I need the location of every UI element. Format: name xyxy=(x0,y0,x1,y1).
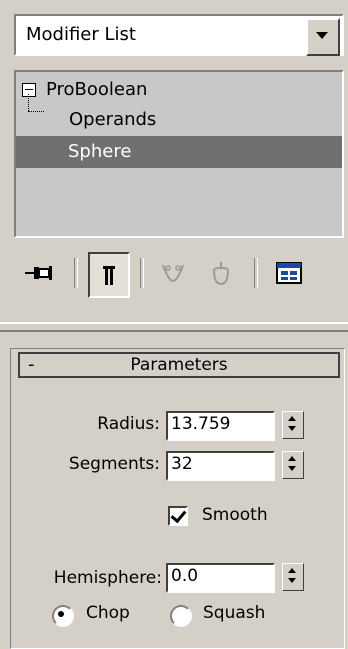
squash-radio[interactable] xyxy=(170,605,192,627)
hemisphere-spinner[interactable] xyxy=(282,563,304,591)
radius-field[interactable]: 13.759 xyxy=(166,411,275,441)
stack-item-label: Sphere xyxy=(68,141,132,162)
radius-label: Radius: xyxy=(97,414,160,434)
chevron-down-icon[interactable] xyxy=(306,18,340,56)
make-unique-icon xyxy=(162,264,184,283)
configure-modifier-sets-button[interactable] xyxy=(270,252,308,294)
toolbar-separator xyxy=(140,258,144,288)
stack-item-label: Operands xyxy=(69,109,157,130)
pin-stack-icon xyxy=(25,266,52,280)
stack-item-operands[interactable]: Operands xyxy=(16,104,342,136)
segments-field[interactable]: 32 xyxy=(166,451,275,481)
hemisphere-field[interactable]: 0.0 xyxy=(166,563,275,593)
make-unique-button[interactable] xyxy=(154,252,192,294)
squash-label: Squash xyxy=(203,603,266,623)
spinner-up-icon xyxy=(288,416,296,421)
spinner-up-icon xyxy=(288,456,296,461)
pin-stack-button[interactable] xyxy=(20,252,58,294)
stack-toolbar xyxy=(14,252,344,302)
segments-label: Segments: xyxy=(68,454,160,474)
modifier-list-label: Modifier List xyxy=(26,24,136,45)
remove-modifier-button[interactable] xyxy=(202,252,240,294)
spinner-down-icon xyxy=(288,578,296,583)
modifier-stack-list[interactable]: ProBoolean Operands Sphere xyxy=(14,70,344,238)
modifier-list-dropdown[interactable]: Modifier List xyxy=(14,14,344,56)
radius-spinner[interactable] xyxy=(282,411,304,439)
panel-divider xyxy=(0,322,348,332)
show-end-result-button[interactable] xyxy=(88,252,130,298)
segments-spinner[interactable] xyxy=(282,451,304,479)
chop-label: Chop xyxy=(86,603,130,623)
stack-item-sphere[interactable]: Sphere xyxy=(16,136,342,168)
toolbar-separator xyxy=(254,258,258,288)
smooth-checkbox[interactable] xyxy=(168,506,188,526)
stack-item-proboolean[interactable]: ProBoolean xyxy=(16,74,342,106)
remove-modifier-icon xyxy=(212,262,230,286)
hemisphere-label: Hemisphere: xyxy=(53,568,162,588)
toolbar-separator xyxy=(74,258,78,288)
spinner-up-icon xyxy=(288,568,296,573)
parameters-rollout-header[interactable]: - Parameters xyxy=(18,352,340,378)
show-end-result-icon xyxy=(103,266,115,285)
configure-modifier-sets-icon xyxy=(276,262,302,284)
rollout-title: Parameters xyxy=(130,355,228,375)
stack-item-label: ProBoolean xyxy=(46,79,148,100)
chop-radio[interactable] xyxy=(52,605,74,627)
spinner-down-icon xyxy=(288,466,296,471)
smooth-label: Smooth xyxy=(202,505,268,525)
spinner-down-icon xyxy=(288,426,296,431)
parameters-rollout xyxy=(10,348,345,649)
